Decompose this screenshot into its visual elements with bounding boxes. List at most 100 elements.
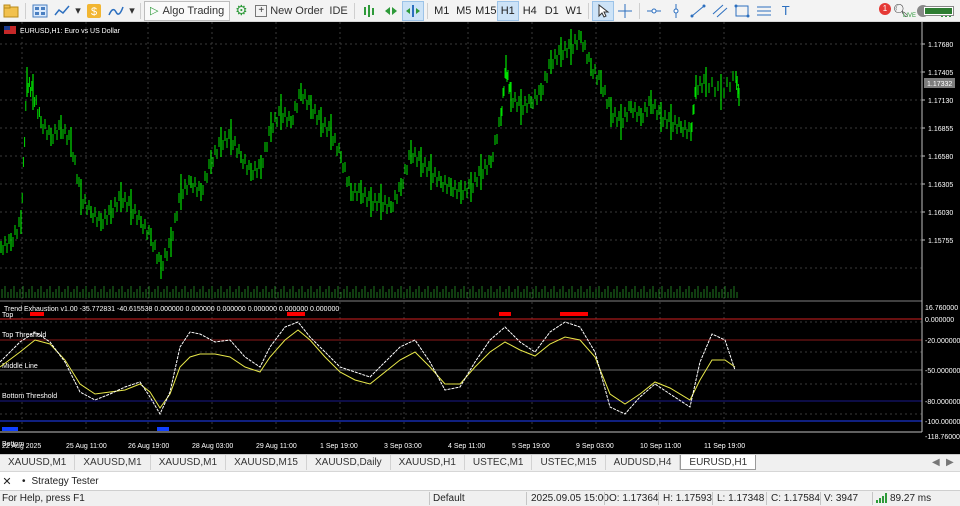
price-tick: 1.16305 [928, 182, 953, 189]
indicator-tick: -118.760000 [925, 434, 960, 441]
time-tick: 11 Sep 19:00 [704, 443, 745, 450]
volume-bars [1, 286, 738, 298]
price-scale[interactable]: 1.17680 1.17405 1.17130 1.16855 1.16580 1.163… [922, 42, 953, 245]
separator [638, 2, 640, 19]
chart-tabs: XAUUSD,M1 XAUUSD,M1 XAUUSD,M1 XAUUSD,M15 XAU… [0, 454, 960, 470]
indicator-tick: -100.000000 [925, 419, 960, 426]
notification-badge: 1 [879, 3, 891, 15]
shapes-icon[interactable] [731, 1, 753, 21]
chart-header: EURUSD,H1: Euro vs US Dollar [4, 26, 121, 35]
time-tick: 4 Sep 11:00 [448, 443, 485, 450]
status-high: H: 1.17593 [663, 493, 712, 504]
balance-indicator-fill [925, 8, 952, 14]
ide-button[interactable]: IDE [326, 1, 350, 21]
indicator-scale[interactable]: 16.760000 0.000000 -20.000000 -50.000000 -80… [925, 305, 960, 441]
chart-tab[interactable]: XAUUSD,M1 [0, 455, 76, 470]
bottom-signal-marker [157, 427, 169, 431]
flag-icon-canton [4, 26, 10, 30]
separator [140, 2, 141, 19]
time-tick: 10 Sep 11:00 [640, 443, 681, 450]
separator [426, 2, 428, 19]
status-low: L: 1.17348 [717, 493, 765, 504]
svg-text:$: $ [91, 6, 97, 18]
current-price-text: 1.17332 [927, 81, 952, 88]
main-toolbar: ▾ $ ▾ ▷ Algo Trading ⚙ + New Order IDE M… [0, 0, 960, 22]
time-tick: 9 Sep 03:00 [576, 443, 614, 450]
level-label-bottom_threshold: Bottom Threshold [2, 393, 57, 400]
indicator-tick: -50.000000 [925, 368, 960, 375]
chart-tab[interactable]: XAUUSD,M1 [75, 455, 151, 470]
time-tick: 28 Aug 03:00 [192, 443, 233, 450]
chart-tab[interactable]: XAUUSD,M15 [226, 455, 307, 470]
bullet-icon: • [22, 475, 26, 487]
chart-type-icon[interactable] [51, 1, 73, 21]
time-tick: 5 Sep 19:00 [512, 443, 550, 450]
cursor-icon[interactable] [591, 0, 614, 21]
autoscroll-icon[interactable] [380, 1, 402, 21]
chart-tab[interactable]: AUDUSD,H4 [606, 455, 681, 470]
status-help: For Help, press F1 [2, 493, 85, 504]
separator [353, 2, 355, 19]
chart-tab[interactable]: XAUUSD,Daily [307, 455, 391, 470]
timeframe-bar: M1 M5 M15 H1 H4 D1 W1 [431, 0, 585, 21]
new-order-label: New Order [270, 4, 324, 17]
indicator-tick: 16.760000 [925, 305, 958, 312]
price-tick: 1.17130 [928, 98, 953, 105]
new-chart-icon[interactable] [0, 1, 22, 21]
algo-trading-button[interactable]: ▷ Algo Trading [144, 0, 231, 21]
tab-scroll-left-icon[interactable]: ◀ [932, 457, 940, 468]
chart-tab[interactable]: USTEC,M1 [465, 455, 533, 470]
depth-of-market-icon[interactable] [358, 1, 380, 21]
crosshair-icon[interactable] [614, 1, 636, 21]
channel-icon[interactable] [709, 1, 731, 21]
algo-trading-label: Algo Trading [162, 4, 225, 17]
text-icon[interactable]: T [775, 1, 797, 21]
chart-tab[interactable]: USTEC,M15 [532, 455, 606, 470]
current-price-label: 1.17332 [924, 78, 955, 88]
profiles-icon[interactable] [29, 1, 51, 21]
tab-scroll-right-icon[interactable]: ▶ [946, 457, 954, 468]
timeframe-d1[interactable]: D1 [541, 1, 563, 21]
timeframe-w1[interactable]: W1 [563, 1, 585, 21]
chevron-down-icon[interactable]: ▾ [73, 1, 83, 21]
status-ping: 89.27 ms [890, 493, 932, 504]
dollar-icon[interactable]: $ [83, 1, 105, 21]
timeframe-h1[interactable]: H1 [496, 0, 519, 21]
balance-indicator [923, 6, 954, 16]
status-profile[interactable]: Default [433, 493, 465, 504]
trendline-icon[interactable] [687, 1, 709, 21]
vertical-line-icon[interactable] [665, 1, 687, 21]
time-scale[interactable]: 22 Aug 2025 25 Aug 11:00 26 Aug 19:00 28 Au… [2, 443, 745, 450]
top-signal-marker [499, 312, 511, 316]
oscillator-line-signal [0, 329, 736, 409]
chart-window[interactable]: Top Top Threshold Middle Line Bottom Thresh… [0, 22, 960, 454]
timeframe-m5[interactable]: M5 [453, 1, 475, 21]
chart-tab[interactable]: XAUUSD,M1 [151, 455, 227, 470]
new-order-button[interactable]: + New Order [252, 1, 326, 21]
status-open: O: 1.17364 [609, 493, 659, 504]
strategy-tester-label[interactable]: Strategy Tester [32, 476, 99, 487]
close-icon[interactable]: ✕ [0, 475, 14, 488]
chart-tab[interactable]: EURUSD,H1 [680, 455, 757, 470]
oscillator-line-main [0, 321, 736, 416]
chart-shift-icon[interactable] [401, 0, 424, 21]
chevron-down-icon[interactable]: ▾ [127, 1, 137, 21]
price-tick: 1.16855 [928, 126, 953, 133]
timeframe-m1[interactable]: M1 [431, 1, 453, 21]
time-tick: 25 Aug 11:00 [66, 443, 107, 450]
play-icon: ▷ [150, 5, 159, 17]
status-close: C: 1.17584 [771, 493, 820, 504]
timeframe-m15[interactable]: M15 [475, 1, 497, 21]
chart-tab[interactable]: XAUUSD,H1 [391, 455, 465, 470]
price-tick: 1.16580 [928, 154, 953, 161]
fibonacci-icon[interactable] [753, 1, 775, 21]
time-tick: 3 Sep 03:00 [384, 443, 422, 450]
time-tick: 1 Sep 19:00 [320, 443, 358, 450]
timeframe-h4[interactable]: H4 [519, 1, 541, 21]
indicator-title: Trend Exhaustion v1.00 -35.772831 -40.61… [4, 306, 339, 313]
indicators-icon[interactable] [105, 1, 127, 21]
indicator-tick: -20.000000 [925, 338, 960, 345]
gear-icon[interactable]: ⚙ [230, 1, 252, 21]
horizontal-line-icon[interactable] [643, 1, 665, 21]
status-datetime: 2025.09.05 15:00 [531, 493, 609, 504]
